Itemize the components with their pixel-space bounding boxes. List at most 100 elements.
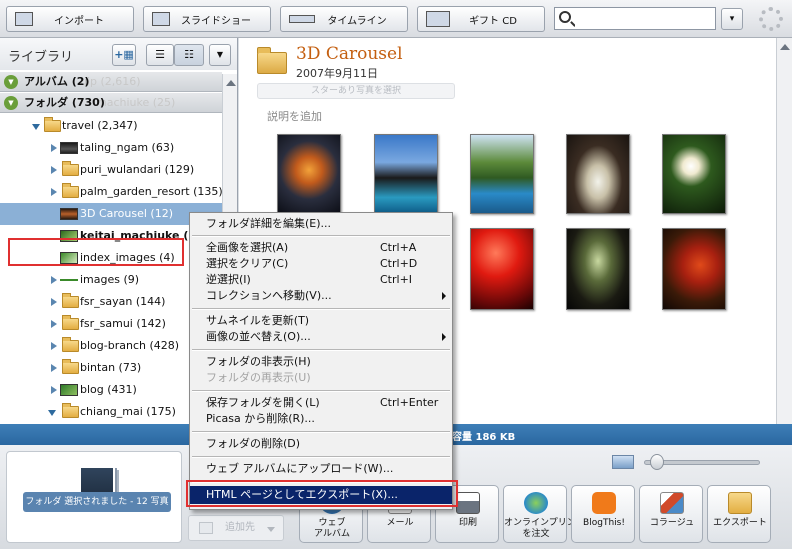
tree-icon: ☷ xyxy=(184,48,194,61)
add-description-field[interactable]: 説明を追加 xyxy=(267,108,322,124)
chevron-down-icon: ▼ xyxy=(216,50,224,59)
export-html-callout xyxy=(186,480,458,507)
menu-item-label: ウェブ アルバムにアップロード(W)... xyxy=(206,462,394,475)
expanded-arrow-icon[interactable] xyxy=(32,124,40,130)
menu-separator xyxy=(192,390,450,392)
menu-item-refresh-thumbnails[interactable]: サムネイルを更新(T) xyxy=(190,313,452,329)
album-date: 2007年9月11日 xyxy=(296,67,378,80)
menu-item-remove-from-picasa[interactable]: Picasa から削除(R)... xyxy=(190,411,452,427)
blogthis-button[interactable]: BlogThis! xyxy=(571,485,635,543)
slideshow-button[interactable]: スライドショー xyxy=(143,6,271,32)
tree-row-label: fsr_samui (142) xyxy=(80,317,166,330)
chevron-down-icon xyxy=(267,527,275,532)
add-to-label: 追加先 xyxy=(225,522,255,533)
tree-row-label: chiang_mai (175) xyxy=(80,405,176,418)
library-menu-button[interactable]: ▼ xyxy=(209,44,231,66)
flat-view-button[interactable]: ☰ xyxy=(146,44,174,66)
photo-thumbnail[interactable] xyxy=(566,228,630,310)
menu-item-select-all[interactable]: 全画像を選択(A) Ctrl+A xyxy=(190,240,452,256)
tree-row[interactable]: puri_wulandari (129) xyxy=(0,159,222,181)
collapsed-arrow-icon[interactable] xyxy=(51,188,57,196)
menu-item-sort-images[interactable]: 画像の並べ替え(O)... xyxy=(190,329,452,345)
collapsed-arrow-icon[interactable] xyxy=(51,298,57,306)
collage-button[interactable]: コラージュ xyxy=(639,485,703,543)
folders-section[interactable]: ▼ machiuke (25) フォルダ (730) xyxy=(0,93,222,113)
gift-cd-button[interactable]: ギフト CD xyxy=(417,6,545,32)
blogthis-label: BlogThis! xyxy=(583,518,625,528)
expanded-arrow-icon[interactable] xyxy=(48,410,56,416)
status-text: 容量 186 KB xyxy=(452,432,516,443)
timeline-button[interactable]: タイムライン xyxy=(280,6,408,32)
menu-separator xyxy=(192,308,450,310)
new-album-button[interactable]: +▦ xyxy=(112,44,136,66)
photo-thumbnail[interactable] xyxy=(277,134,341,214)
album-scrollbar[interactable] xyxy=(776,38,792,424)
menu-item-label: 画像の並べ替え(O)... xyxy=(206,330,311,343)
menu-separator xyxy=(192,349,450,351)
search-field[interactable] xyxy=(554,7,716,30)
menu-item-label: サムネイルを更新(T) xyxy=(206,314,310,327)
select-starred-button[interactable]: スターあり写真を選択 xyxy=(257,83,455,99)
menu-item-shortcut: Ctrl+D xyxy=(380,257,418,270)
tree-row[interactable]: taling_ngam (63) xyxy=(0,137,222,159)
scroll-up-icon[interactable] xyxy=(780,44,790,50)
add-to-dropdown[interactable]: 追加先 xyxy=(188,515,284,541)
menu-item-shortcut: Ctrl+I xyxy=(380,273,413,286)
printer-icon xyxy=(456,492,480,514)
search-input[interactable] xyxy=(575,10,711,27)
tree-row[interactable]: palm_garden_resort (135) xyxy=(0,181,223,203)
menu-item-open-folder[interactable]: 保存フォルダを開く(L) Ctrl+Enter xyxy=(190,395,452,411)
folder-thumbnail-icon xyxy=(60,384,78,396)
folder-thumbnail-icon xyxy=(60,142,78,154)
timeline-label: タイムライン xyxy=(327,15,387,27)
photo-thumbnail[interactable] xyxy=(470,228,534,310)
menu-item-hide-folder[interactable]: フォルダの非表示(H) xyxy=(190,354,452,370)
menu-item-shortcut: Ctrl+A xyxy=(380,241,417,254)
menu-item-clear-selection[interactable]: 選択をクリア(C) Ctrl+D xyxy=(190,256,452,272)
export-folder-icon xyxy=(728,492,752,514)
folder-thumbnail-icon xyxy=(60,279,78,281)
menu-item-edit-folder[interactable]: フォルダ詳細を編集(E)... xyxy=(190,216,452,232)
photo-thumbnail[interactable] xyxy=(470,134,534,214)
menu-item-label: 全画像を選択(A) xyxy=(206,241,289,254)
collapsed-arrow-icon[interactable] xyxy=(51,342,57,350)
album-title[interactable]: 3D Carousel xyxy=(296,44,403,64)
import-button[interactable]: インポート xyxy=(6,6,134,32)
collapsed-arrow-icon[interactable] xyxy=(51,276,57,284)
collapsed-arrow-icon[interactable] xyxy=(51,386,57,394)
slider-knob[interactable] xyxy=(650,454,664,470)
collage-icon xyxy=(660,492,684,514)
photo-thumbnail[interactable] xyxy=(374,134,438,214)
folder-icon xyxy=(62,183,79,198)
photo-thumbnail[interactable] xyxy=(662,228,726,310)
collapse-toggle-icon[interactable]: ▼ xyxy=(4,75,18,89)
collapse-toggle-icon[interactable]: ▼ xyxy=(4,96,18,110)
tree-view-button[interactable]: ☷ xyxy=(174,44,204,66)
photo-thumbnail[interactable] xyxy=(662,134,726,214)
export-button[interactable]: エクスポート xyxy=(707,485,771,543)
albums-section[interactable]: ▼ uip (2,616) アルバム (2) xyxy=(0,72,222,92)
tree-row-label: travel (2,347) xyxy=(62,119,138,132)
activity-spinner-icon xyxy=(759,7,783,31)
selection-holder[interactable]: フォルダ 選択されました - 12 写真 xyxy=(6,451,182,543)
menu-item-delete-folder[interactable]: フォルダの削除(D) xyxy=(190,436,452,452)
collapsed-arrow-icon[interactable] xyxy=(51,166,57,174)
tree-row[interactable]: travel (2,347) xyxy=(0,115,222,137)
menu-item-upload-web-album[interactable]: ウェブ アルバムにアップロード(W)... xyxy=(190,461,452,477)
collapsed-arrow-icon[interactable] xyxy=(51,364,57,372)
globe-icon xyxy=(524,492,548,514)
menu-item-invert-selection[interactable]: 逆選択(I) Ctrl+I xyxy=(190,272,452,288)
menu-item-move-to-collection[interactable]: コレクションへ移動(V)... xyxy=(190,288,452,304)
search-options-button[interactable]: ▾ xyxy=(721,8,743,30)
menu-item-label: 選択をクリア(C) xyxy=(206,257,289,270)
menu-item-label: 保存フォルダを開く(L) xyxy=(206,396,320,409)
photo-thumbnail[interactable] xyxy=(566,134,630,214)
tree-row-label: taling_ngam (63) xyxy=(80,141,175,154)
collapsed-arrow-icon[interactable] xyxy=(51,320,57,328)
folder-icon xyxy=(62,315,79,330)
scroll-up-icon[interactable] xyxy=(226,80,236,86)
collapsed-arrow-icon[interactable] xyxy=(51,144,57,152)
folder-icon xyxy=(62,403,79,418)
folder-icon xyxy=(44,117,61,132)
order-prints-button[interactable]: オンラインプリント を注文 xyxy=(503,485,585,543)
